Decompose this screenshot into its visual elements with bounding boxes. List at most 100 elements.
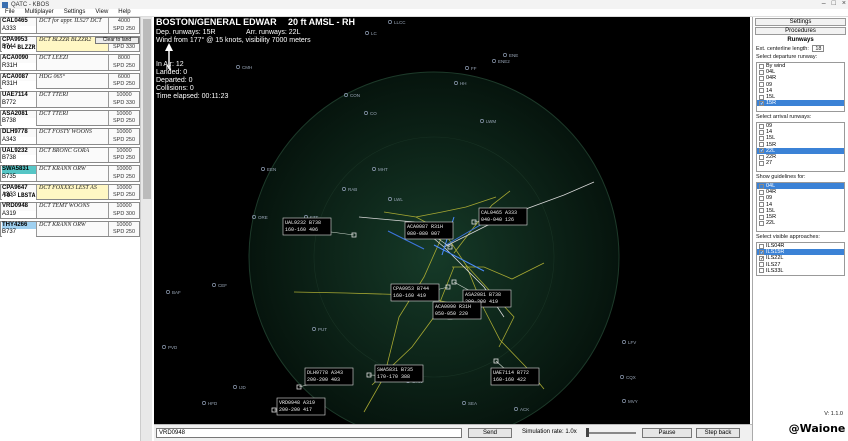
checkbox[interactable] — [759, 195, 764, 201]
checkbox[interactable] — [759, 160, 764, 166]
strip-speed: SPD 250 — [112, 81, 135, 87]
menu-view[interactable]: View — [95, 9, 108, 16]
checkbox[interactable] — [759, 129, 764, 135]
checkbox[interactable] — [759, 75, 764, 81]
runway-list-item[interactable]: 22L — [757, 220, 844, 226]
runway-list-item[interactable]: ILS33L — [757, 268, 844, 274]
checkbox[interactable] — [759, 82, 764, 88]
strip-aircraft-type: B737 — [2, 229, 36, 237]
checkbox[interactable] — [759, 268, 764, 274]
centerline-input[interactable]: 18 — [812, 45, 825, 52]
checkbox[interactable] — [759, 69, 764, 75]
menu-help[interactable]: Help — [118, 9, 130, 16]
checkbox[interactable] — [759, 63, 764, 69]
checkbox[interactable] — [759, 202, 764, 208]
app-window: QATC - KBOS – □ × File Multiplayer Setti… — [0, 0, 848, 441]
checkbox[interactable] — [759, 94, 764, 100]
flight-strip[interactable]: VRD0948 A319 DCT TEMT WOONS 10000 SPD 300 — [0, 202, 140, 219]
sim-rate-thumb[interactable] — [586, 428, 589, 437]
strip-altitude-speed: 10000 SPD 250 — [108, 166, 139, 181]
checkbox[interactable]: ✓ — [759, 148, 764, 154]
data-tag-callsign: DLH9778 A343 — [307, 370, 343, 376]
runway-name: 09 — [766, 81, 773, 88]
checkbox[interactable] — [759, 154, 764, 160]
flight-strip[interactable]: ACA0090 R31H DCT LEEZI 8000 SPD 250 — [0, 54, 140, 71]
runway-list-item[interactable]: ✓ 15R — [757, 100, 844, 107]
radar-canvas[interactable]: LLCCLCENEFFHHCMHCONCOLWMEENORE FZTBAFCEFP… — [154, 17, 750, 430]
strip-aircraft-type: R31H — [2, 81, 36, 89]
flight-strip[interactable]: CAL0465 A333 DCT for appr. ILS27 DCT 4000 SP… — [0, 17, 140, 34]
checkbox[interactable] — [759, 243, 764, 249]
strip-aircraft-type: R31H — [2, 62, 36, 70]
close-button[interactable]: × — [842, 0, 846, 7]
checkbox[interactable] — [759, 88, 764, 94]
strip-scrollbar[interactable] — [140, 17, 152, 441]
centerline-label: Ext. centerline length: — [756, 46, 809, 52]
guidelines-label: Show guidelines for: — [756, 174, 806, 180]
title-bar: QATC - KBOS – □ × — [0, 0, 848, 9]
flight-strip[interactable]: UAL9232 B738 DCT BRONC GORA 10000 SPD 250 — [0, 146, 140, 163]
checkbox[interactable] — [759, 262, 764, 268]
flight-strip[interactable]: ACA0087 R31H HDG 065° 6000 SPD 250 — [0, 72, 140, 89]
radar-scope[interactable]: LLCC LC ENE FF HH CMH CON CO LWM EEN ORE FZT BAF CEF P… — [154, 17, 750, 430]
flight-strip[interactable]: CPA9647 A333 DCT FOXXX3 LEST AS 10000 SPD 25… — [0, 183, 140, 200]
command-input[interactable]: VRD0948 — [156, 428, 462, 438]
data-tag-values: 040-040 126 — [481, 217, 514, 223]
minimize-button[interactable]: – — [822, 0, 826, 7]
runway-name: 22R — [766, 154, 777, 161]
menu-file[interactable]: File — [5, 9, 15, 16]
pause-button[interactable]: Pause — [642, 428, 692, 438]
checkbox[interactable] — [759, 142, 764, 148]
departure-runway-list: By wind 04L 04R 09 14 15L ✓ 15R — [756, 62, 845, 112]
clear-to-land-button[interactable]: Clear to land — [95, 36, 139, 44]
procedures-tab[interactable]: Procedures — [755, 27, 846, 35]
sim-rate-slider[interactable] — [586, 432, 636, 434]
flight-strip[interactable]: ASA2081 B738 DCT TTERI 10000 SPD 250 — [0, 109, 140, 126]
menu-settings[interactable]: Settings — [64, 9, 86, 16]
runway-name: ILS27 — [766, 261, 781, 268]
flight-strip[interactable]: THY4266 B737 DCT KRANN ORW 10000 SPD 250 — [0, 220, 140, 237]
step-back-button[interactable]: Step back — [696, 428, 740, 438]
arr-runways: Arr. runways: 22L — [246, 29, 301, 36]
navaid-fix-label: CEF — [218, 283, 227, 288]
maximize-button[interactable]: □ — [832, 0, 836, 7]
strip-route: DCT FOXXX3 LEST AS — [37, 184, 108, 199]
scrollbar-thumb[interactable] — [143, 19, 151, 199]
checkbox[interactable] — [759, 214, 764, 220]
navaid-fix-icon — [503, 53, 507, 57]
navaid-fix-label: HFD — [208, 401, 218, 406]
departure-runway-label: Select departure runway: — [756, 54, 818, 60]
strip-callsign-block: THY4266 B737 — [1, 221, 37, 237]
strip-altitude-speed: 10000 SPD 300 — [108, 203, 139, 218]
checkbox[interactable] — [759, 189, 764, 195]
runway-name: 04R — [766, 189, 777, 196]
strip-speed: SPD 250 — [112, 118, 135, 124]
settings-tab[interactable]: Settings — [755, 18, 846, 26]
checkbox[interactable] — [759, 220, 764, 226]
flight-strip[interactable]: SWA5831 B735 DCT KRANN ORW 10000 SPD 250 — [0, 165, 140, 182]
menu-multiplayer[interactable]: Multiplayer — [25, 9, 54, 16]
checkbox[interactable]: ✓ — [759, 100, 764, 106]
checkbox[interactable] — [759, 183, 764, 189]
flight-strip[interactable]: CPA9953B744DCT BLZZR BLZZR210000SPD 330T… — [0, 35, 140, 52]
navaid-fix-icon — [166, 290, 170, 294]
flight-strip[interactable]: DLH9778 A343 DCT FOSTY WOONS 10000 SPD 250 — [0, 128, 140, 145]
checkbox[interactable] — [759, 208, 764, 214]
flight-strip[interactable]: UAE7114 B772 DCT TTERI 10000 SPD 330 — [0, 91, 140, 108]
checkbox[interactable] — [759, 135, 764, 141]
strip-altitude: 8000 — [117, 55, 131, 61]
checkbox[interactable]: ✓ — [759, 249, 764, 255]
checkbox[interactable]: ✓ — [759, 255, 764, 261]
strip-speed: SPD 250 — [112, 155, 135, 161]
checkbox[interactable] — [759, 123, 764, 129]
data-tag-callsign: CPA9953 B744 — [393, 286, 429, 292]
strip-route: DCT BRONC GORA — [39, 147, 90, 154]
data-tag-values: 160-160 419 — [393, 293, 426, 299]
send-button[interactable]: Send — [468, 428, 512, 438]
runway-list-item[interactable]: 27 — [757, 160, 844, 166]
strip-speed: SPD 250 — [112, 173, 135, 180]
menu-bar: File Multiplayer Settings View Help — [0, 9, 848, 17]
data-tag-values: 200-200 417 — [279, 407, 312, 413]
runway-name: 14 — [766, 87, 773, 94]
navaid-fix-label: MHT — [378, 167, 388, 172]
